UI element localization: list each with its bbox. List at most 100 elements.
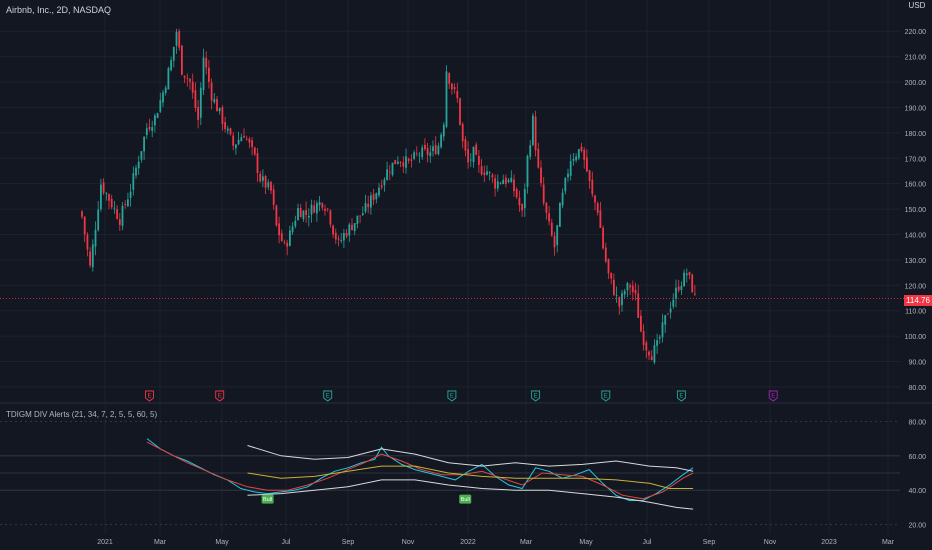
candle-body	[623, 290, 626, 295]
bull-signal-label: Bull	[461, 497, 470, 503]
price-tick-label: 160.00	[905, 182, 927, 189]
indicator-tick-label: 60.00	[908, 454, 926, 461]
candle-body	[634, 289, 637, 294]
candle-body	[386, 169, 388, 180]
indicator-title[interactable]: TDIGM DIV Alerts (21, 34, 7, 2, 5, 5, 60…	[6, 410, 157, 419]
candle-body	[199, 87, 202, 118]
indicator-series-line	[247, 445, 694, 472]
candle-body	[332, 225, 334, 235]
candle-body	[256, 153, 259, 174]
candle-body	[488, 172, 491, 174]
candle-body	[251, 140, 253, 148]
candle-body	[283, 241, 286, 243]
candle-body	[656, 340, 658, 346]
candle-body	[278, 223, 280, 236]
candle-body	[675, 287, 677, 299]
time-tick-label: Mar	[882, 539, 895, 546]
candle-body	[329, 210, 332, 225]
candle-body	[434, 144, 437, 154]
candle-body	[259, 173, 262, 182]
candle-body	[359, 215, 361, 217]
candle-body	[170, 60, 172, 71]
candle-body	[189, 78, 191, 82]
candle-body	[685, 273, 688, 276]
candle-body	[326, 208, 329, 210]
candle-body	[229, 128, 232, 135]
candle-body	[424, 145, 426, 150]
candle-body	[448, 73, 451, 84]
time-tick-label: May	[579, 539, 593, 546]
candle-body	[502, 179, 505, 185]
candle-body	[410, 159, 413, 161]
price-tick-label: 120.00	[905, 283, 927, 290]
candle-body	[102, 182, 105, 193]
candle-body	[451, 83, 453, 90]
candle-body	[602, 227, 604, 249]
candle-body	[407, 158, 410, 161]
candle-body	[561, 192, 564, 206]
candle-body	[637, 293, 640, 318]
candle-body	[583, 149, 586, 160]
candle-body	[550, 222, 553, 236]
candle-body	[413, 152, 415, 159]
candle-body	[426, 147, 429, 156]
time-tick-label: 2021	[97, 539, 113, 546]
candle-body	[469, 159, 472, 161]
candle-body	[631, 285, 634, 292]
candle-body	[191, 81, 194, 93]
candle-body	[440, 134, 442, 148]
time-tick-label: Sep	[342, 539, 355, 546]
candle-body	[143, 136, 145, 152]
price-tick-label: 170.00	[905, 156, 927, 163]
candle-body	[456, 90, 459, 99]
price-tick-label: 110.00	[905, 309, 926, 316]
candle-body	[124, 204, 127, 205]
earnings-marker-label: E	[450, 394, 454, 400]
candle-body	[262, 176, 264, 181]
candle-body	[580, 146, 583, 152]
candle-body	[429, 152, 432, 157]
candle-body	[83, 216, 86, 235]
candle-body	[164, 87, 167, 94]
price-tick-label: 180.00	[905, 131, 927, 138]
candle-body	[391, 162, 394, 175]
candle-body	[89, 251, 91, 266]
candle-body	[648, 351, 650, 356]
candle-body	[383, 179, 386, 186]
candle-body	[615, 294, 618, 296]
candle-body	[110, 198, 113, 208]
candle-body	[505, 177, 507, 184]
candle-body	[496, 181, 499, 189]
earnings-marker-label: E	[604, 394, 608, 400]
indicator-tick-label: 80.00	[908, 419, 926, 426]
candle-body	[559, 203, 561, 227]
candle-body	[264, 175, 267, 188]
candle-body	[248, 138, 251, 143]
chart-canvas[interactable]: E E E E E E E E Bull Bull 220.00 210.00 200.00 190.…	[0, 0, 932, 550]
candle-body	[116, 209, 118, 219]
candle-body	[521, 204, 523, 211]
currency-label[interactable]: USD	[902, 1, 932, 10]
earnings-marker-label: E	[218, 394, 222, 400]
candle-body	[294, 220, 297, 227]
earnings-marker-label: E	[147, 394, 151, 400]
candle-body	[596, 203, 599, 213]
candle-body	[172, 46, 175, 61]
candle-body	[86, 234, 89, 250]
candle-body	[272, 189, 275, 205]
candle-body	[553, 235, 556, 248]
candle-body	[178, 31, 181, 48]
indicator-axis[interactable]: 80.00 60.00 40.00 20.00	[908, 419, 926, 529]
candle-body	[289, 230, 291, 246]
candle-body	[642, 331, 645, 345]
candle-body	[94, 229, 97, 247]
price-axis[interactable]: 220.00 210.00 200.00 190.00 180.00 170.00 160.…	[905, 29, 927, 392]
candle-body	[564, 177, 567, 192]
candle-body	[577, 149, 580, 159]
candle-body	[540, 167, 542, 183]
candle-body	[510, 177, 513, 183]
candle-body	[162, 92, 164, 103]
time-axis[interactable]: 2021 Mar May Jul Sep Nov 2022 Mar May Jul Sep Nov 20…	[97, 539, 894, 546]
candle-body	[499, 182, 502, 184]
candle-body	[137, 161, 140, 169]
